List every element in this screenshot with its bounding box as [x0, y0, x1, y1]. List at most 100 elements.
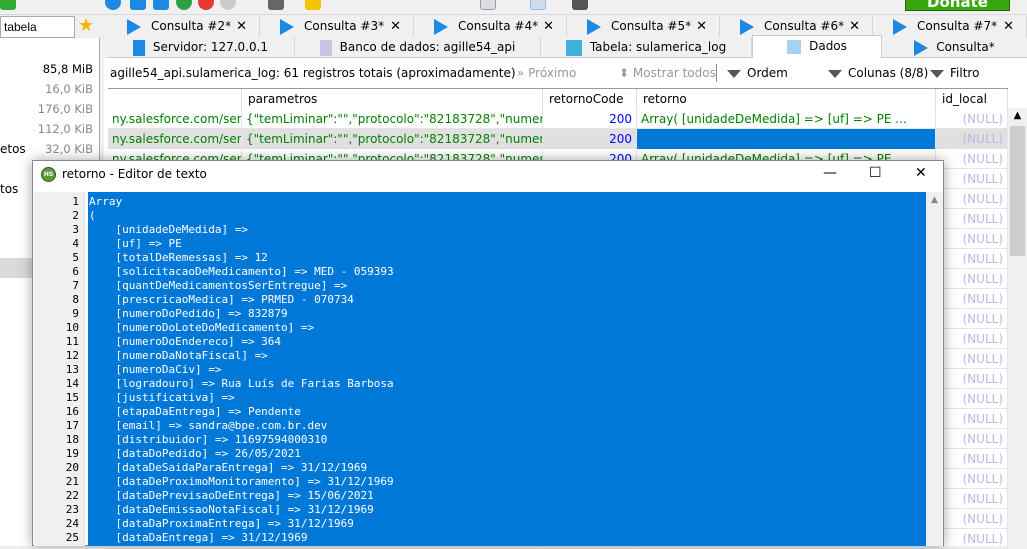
cell-id_local[interactable]: (NULL) [936, 389, 1008, 409]
code-line[interactable]: [quantDeMedicamentosSerEntregue] => [89, 279, 347, 293]
add-icon[interactable] [176, 0, 192, 10]
text-editor-area[interactable]: Array( [unidadeDeMedida] => [uf] => PE [… [88, 192, 926, 546]
cell-id_local[interactable]: (NULL) [936, 489, 1008, 509]
tab-consulta-6[interactable]: Consulta #6* ✕ [720, 16, 873, 37]
tab-consulta-5[interactable]: Consulta #5* ✕ [567, 16, 720, 37]
toolbar-icon[interactable] [0, 0, 16, 10]
cell-id_local[interactable]: (NULL) [936, 409, 1008, 429]
code-line[interactable]: [numeroDaCiv] => [89, 363, 221, 377]
columns-button[interactable]: Colunas (8/8) [828, 66, 928, 80]
wrap-icon[interactable] [530, 0, 546, 10]
cell-id_local[interactable]: (NULL) [936, 329, 1008, 349]
cell-id_local[interactable]: (NULL) [936, 249, 1008, 269]
filter-button[interactable]: Filtro [930, 66, 979, 80]
column-header[interactable] [108, 89, 242, 109]
grid-scrollbar[interactable]: ▲ [1008, 108, 1027, 546]
tab-consulta-2[interactable]: Consulta #2* ✕ [107, 16, 260, 37]
column-header-retornocode[interactable]: retornoCode [543, 89, 637, 109]
code-line[interactable]: [dataDeEmissaoNotaFiscal] => 31/12/1969 [89, 503, 373, 517]
code-line[interactable]: [logradouro] => Rua Luís de Farias Barbo… [89, 377, 393, 391]
cell-id_local[interactable]: (NULL) [936, 349, 1008, 369]
folder-icon[interactable] [305, 0, 321, 10]
run-icon[interactable] [268, 0, 284, 10]
table-filter-input[interactable] [0, 16, 75, 38]
delete-icon[interactable] [198, 0, 214, 10]
code-line[interactable]: [dataDeSaidaParaEntrega] => 31/12/1969 [89, 461, 367, 475]
code-line[interactable]: [justificativa] => [89, 391, 234, 405]
tab-tabela[interactable]: Tabela: sulamerica_log [541, 37, 752, 58]
column-header-id-local[interactable]: id_local [936, 89, 1008, 109]
cell-id_local[interactable]: (NULL) [936, 209, 1008, 229]
next-button[interactable]: » Próximo [517, 66, 576, 80]
cell-id_local[interactable]: (NULL) [936, 529, 1008, 549]
code-line[interactable]: [distribuidor] => 11697594000310 [89, 433, 327, 447]
cell-id_local[interactable]: (NULL) [936, 189, 1008, 209]
cell-id_local[interactable]: (NULL) [936, 289, 1008, 309]
cell-id_local[interactable]: (NULL) [936, 229, 1008, 249]
scroll-up-icon[interactable]: ▲ [926, 192, 943, 208]
close-tab-icon[interactable]: ✕ [696, 16, 707, 37]
maximize-button[interactable]: ☐ [869, 165, 882, 181]
order-button[interactable]: Ordem [727, 66, 788, 80]
check-icon[interactable] [220, 0, 236, 10]
code-line[interactable]: [dataDoPedido] => 26/05/2021 [89, 447, 300, 461]
cell-code[interactable]: 200 [543, 129, 637, 149]
cell-id_local[interactable]: (NULL) [936, 469, 1008, 489]
scroll-up-icon[interactable]: ▲ [1008, 108, 1027, 124]
cell-id_local[interactable]: (NULL) [936, 429, 1008, 449]
cell-retorno[interactable] [637, 129, 936, 149]
cell-url[interactable]: ny.salesforce.com/ser... [108, 109, 242, 129]
cell-retorno[interactable]: Array( [unidadeDeMedida] => [uf] => PE .… [637, 109, 936, 129]
code-line[interactable]: [email] => sandra@bpe.com.br.dev [89, 419, 327, 433]
binary-icon[interactable] [480, 0, 496, 10]
code-line[interactable]: [solicitacaoDeMedicamento] => MED - 0593… [89, 265, 393, 279]
cell-id_local[interactable]: (NULL) [936, 509, 1008, 529]
cell-id_local[interactable]: (NULL) [936, 109, 1008, 129]
code-line[interactable]: [dataDeProximoMonitoramento] => 31/12/19… [89, 475, 393, 489]
close-tab-icon[interactable]: ✕ [236, 16, 247, 37]
close-tab-icon[interactable]: ✕ [543, 16, 554, 37]
close-tab-icon[interactable]: ✕ [849, 16, 860, 37]
cell-id_local[interactable]: (NULL) [936, 369, 1008, 389]
show-all-button[interactable]: ⬍ Mostrar todos [619, 66, 716, 80]
code-line[interactable]: [uf] => PE [89, 237, 181, 251]
tab-consulta-3[interactable]: Consulta #3* ✕ [260, 16, 414, 37]
code-line[interactable]: [dataDaProximaEntrega] => 31/12/1969 [89, 517, 353, 531]
tree-item[interactable]: tos [0, 182, 18, 196]
code-line[interactable]: [numeroDoLoteDoMedicamento] => [89, 321, 314, 335]
column-header-retorno[interactable]: retorno [637, 89, 936, 109]
tab-servidor[interactable]: Servidor: 127.0.0.1 [107, 37, 295, 58]
code-line[interactable]: [etapaDaEntrega] => Pendente [89, 405, 300, 419]
dialog-titlebar[interactable]: HS retorno - Editor de texto — ☐ ✕ [33, 161, 943, 189]
cell-id_local[interactable]: (NULL) [936, 309, 1008, 329]
code-line[interactable]: [totalDeRemessas] => 12 [89, 251, 267, 265]
close-icon[interactable] [572, 0, 588, 10]
tab-consulta[interactable]: Consulta* [882, 37, 1027, 58]
cell-code[interactable]: 200 [543, 109, 637, 129]
first-icon[interactable] [130, 0, 146, 10]
tab-consulta-7[interactable]: Consulta #7* ✕ [873, 16, 1027, 37]
help-icon[interactable] [105, 0, 121, 10]
close-tab-icon[interactable]: ✕ [390, 16, 401, 37]
tree-item[interactable]: etos [0, 142, 26, 156]
cell-id_local[interactable]: (NULL) [936, 129, 1008, 149]
code-line[interactable]: ( [89, 209, 96, 223]
cell-id_local[interactable]: (NULL) [936, 269, 1008, 289]
cell-url[interactable]: ny.salesforce.com/ser... [108, 129, 242, 149]
last-icon[interactable] [153, 0, 169, 10]
cell-parametros[interactable]: {"temLiminar":"","protocolo":"82183728",… [242, 109, 543, 129]
donate-button[interactable]: Donate [905, 0, 1010, 11]
tab-banco[interactable]: Banco de dados: agille54_api [295, 37, 541, 58]
code-line[interactable]: [dataDePrevisaoDeEntrega] => 15/06/2021 [89, 489, 373, 503]
scroll-thumb[interactable] [1010, 126, 1025, 256]
code-line[interactable]: [unidadeDeMedida] => [89, 223, 247, 237]
column-header-parametros[interactable]: parametros [242, 89, 543, 109]
editor-scrollbar[interactable]: ▲ [926, 192, 943, 546]
tab-consulta-4[interactable]: Consulta #4* ✕ [414, 16, 567, 37]
star-icon[interactable]: ★ [78, 15, 94, 36]
table-row[interactable]: ny.salesforce.com/ser... {"temLiminar":""… [108, 129, 1008, 149]
minimize-button[interactable]: — [823, 165, 837, 181]
close-tab-icon[interactable]: ✕ [1003, 16, 1014, 37]
cell-parametros[interactable]: {"temLiminar":"","protocolo":"82183728",… [242, 129, 543, 149]
code-line[interactable]: [numeroDaNotaFiscal] => [89, 349, 267, 363]
